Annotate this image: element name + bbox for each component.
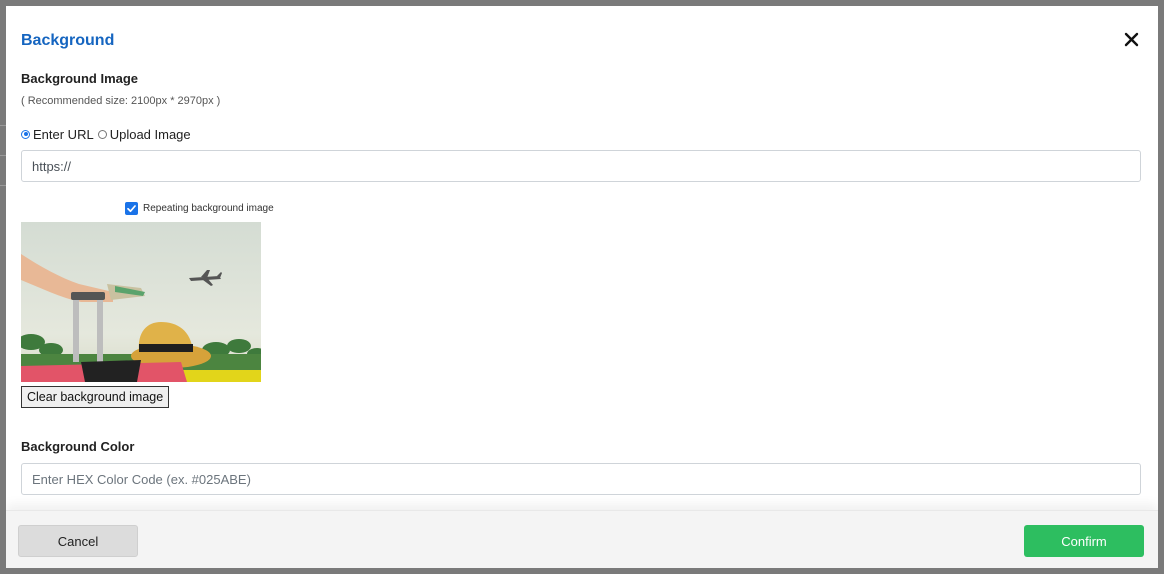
background-dialog: Background Background Image ( Recommende… [6,6,1158,568]
recommended-size-hint: ( Recommended size: 2100px * 2970px ) [21,95,221,107]
repeat-background-checkbox[interactable] [125,201,138,215]
close-button[interactable] [1118,28,1144,52]
image-url-input[interactable] [21,150,1141,182]
close-icon [1124,32,1139,47]
background-image-heading: Background Image [21,71,139,86]
upload-image-radio[interactable] [97,129,107,139]
checkmark-icon [127,204,136,212]
confirm-button[interactable]: Confirm [1024,525,1144,557]
background-image-preview [21,222,261,382]
dialog-footer: Cancel Confirm [6,510,1158,568]
enter-url-radio[interactable] [21,129,30,139]
clear-background-image-button[interactable]: Clear background image [21,386,170,408]
repeat-background-label[interactable]: Repeating background image [143,203,274,214]
upload-image-label[interactable]: Upload Image [110,127,191,142]
enter-url-label[interactable]: Enter URL [33,127,94,142]
dialog-title: Background [21,32,115,49]
image-source-options: Enter URL Upload Image [21,126,195,142]
background-color-heading: Background Color [21,439,135,454]
repeat-background-option[interactable]: Repeating background image [125,201,274,215]
cancel-button[interactable]: Cancel [18,525,138,557]
hex-color-input[interactable] [21,463,1141,495]
